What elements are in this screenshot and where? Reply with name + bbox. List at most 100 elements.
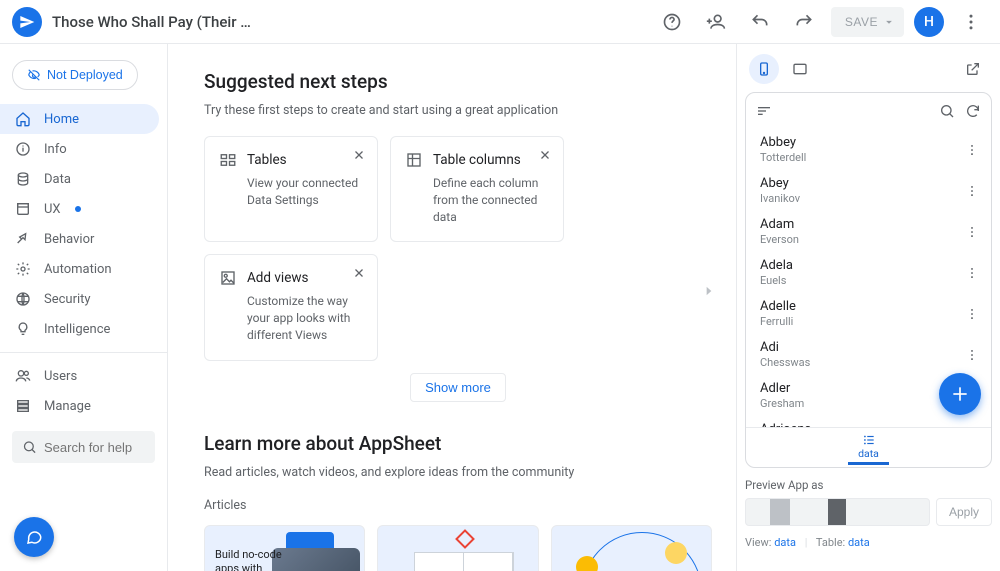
show-more-button[interactable]: Show more: [410, 373, 506, 402]
sidebar-item-manage[interactable]: Manage: [0, 391, 159, 421]
security-icon: [14, 291, 32, 307]
manage-icon: [14, 398, 32, 414]
sidebar-label: UX: [44, 202, 61, 217]
row-title: Abbey: [760, 135, 977, 150]
learn-subtitle: Read articles, watch videos, and explore…: [204, 465, 712, 480]
app-header: Those Who Shall Pay (Their ... SAVE H: [0, 0, 1000, 44]
data-icon: [14, 171, 32, 187]
suggestion-card[interactable]: Add viewsCustomize the way your app look…: [204, 254, 378, 360]
footer-table-link[interactable]: data: [848, 536, 870, 549]
mobile-preview-icon[interactable]: [749, 54, 779, 84]
behavior-icon: [14, 231, 32, 247]
close-icon[interactable]: [349, 263, 369, 283]
row-more-icon[interactable]: [961, 180, 983, 202]
phone-emulator: AbbeyTotterdellAbeyIvanikovAdamEversonAd…: [745, 92, 992, 468]
page-subtitle: Try these first steps to create and star…: [204, 103, 712, 118]
tablet-preview-icon[interactable]: [785, 54, 815, 84]
sidebar-label: Automation: [44, 262, 112, 277]
sort-icon[interactable]: [756, 103, 772, 119]
add-user-icon[interactable]: [699, 5, 733, 39]
list-item[interactable]: AbbeyTotterdell: [746, 129, 991, 170]
redo-icon[interactable]: [787, 5, 821, 39]
row-more-icon[interactable]: [961, 221, 983, 243]
article-text: Build no-code apps with AppSheet: [215, 548, 285, 571]
articles-label: Articles: [204, 498, 712, 513]
row-title: Adela: [760, 258, 977, 273]
card-desc: View your connected Data Settings: [247, 175, 363, 209]
preview-as-input[interactable]: [745, 498, 930, 526]
refresh-icon[interactable]: [965, 103, 981, 119]
eye-off-icon: [27, 68, 41, 82]
card-icon: [405, 151, 423, 169]
article-card[interactable]: [377, 525, 538, 571]
home-icon: [14, 111, 32, 127]
row-more-icon[interactable]: [961, 139, 983, 161]
help-icon[interactable]: [655, 5, 689, 39]
nav-dot: [75, 206, 81, 212]
footer-view-link[interactable]: data: [774, 536, 796, 549]
sidebar: Not Deployed Home InfoData UX Behavior Autom…: [0, 44, 168, 571]
row-subtitle: Chesswas: [760, 356, 977, 369]
article-card[interactable]: [551, 525, 712, 571]
row-subtitle: Totterdell: [760, 151, 977, 164]
sidebar-label: Home: [44, 112, 79, 127]
sidebar-item-ux[interactable]: UX: [0, 194, 159, 224]
sidebar-label: Manage: [44, 399, 91, 414]
card-title: Table columns: [433, 152, 521, 168]
sidebar-label: Users: [44, 369, 77, 384]
automation-icon: [14, 261, 32, 277]
info-icon: [14, 141, 32, 157]
preview-footer: View: data | Table: data: [745, 536, 992, 549]
preview-as-label: Preview App as: [745, 478, 992, 492]
row-subtitle: Ferrulli: [760, 315, 977, 328]
list-item[interactable]: AdelleFerrulli: [746, 293, 991, 334]
chat-fab[interactable]: [14, 517, 54, 557]
sidebar-item-intelligence[interactable]: Intelligence: [0, 314, 159, 344]
app-title: Those Who Shall Pay (Their ...: [52, 13, 252, 31]
bottom-tab-data[interactable]: data: [848, 431, 889, 465]
preview-panel: AbbeyTotterdellAbeyIvanikovAdamEversonAd…: [736, 44, 1000, 571]
card-icon: [219, 151, 237, 169]
row-title: Adi: [760, 340, 977, 355]
more-icon[interactable]: [954, 5, 988, 39]
row-title: Adriaens: [760, 422, 977, 427]
sidebar-item-automation[interactable]: Automation: [0, 254, 159, 284]
intelligence-icon: [14, 321, 32, 337]
sidebar-item-data[interactable]: Data: [0, 164, 159, 194]
sidebar-item-info[interactable]: Info: [0, 134, 159, 164]
row-title: Adelle: [760, 299, 977, 314]
suggestion-card[interactable]: Tables View your connected Data Settings: [204, 136, 378, 242]
users-icon: [14, 368, 32, 384]
sidebar-item-home[interactable]: Home: [0, 104, 159, 134]
row-more-icon[interactable]: [961, 303, 983, 325]
user-avatar[interactable]: H: [914, 7, 944, 37]
search-icon[interactable]: [939, 103, 955, 119]
sidebar-item-security[interactable]: Security: [0, 284, 159, 314]
list-item[interactable]: AdamEverson: [746, 211, 991, 252]
add-fab[interactable]: [939, 373, 981, 415]
ux-icon: [14, 201, 32, 217]
suggestion-card[interactable]: Table columnsDefine each column from the…: [390, 136, 564, 242]
row-more-icon[interactable]: [961, 344, 983, 366]
open-external-icon[interactable]: [958, 54, 988, 84]
apply-button: Apply: [936, 498, 992, 526]
row-more-icon[interactable]: [961, 426, 983, 428]
article-card[interactable]: Build no-code apps with AppSheet: [204, 525, 365, 571]
undo-icon[interactable]: [743, 5, 777, 39]
row-subtitle: Ivanikov: [760, 192, 977, 205]
list-item[interactable]: AdelaEuels: [746, 252, 991, 293]
close-icon[interactable]: [535, 145, 555, 165]
learn-title: Learn more about AppSheet: [204, 432, 712, 455]
list-item[interactable]: AdiChesswas: [746, 334, 991, 375]
card-title: Tables: [247, 152, 287, 168]
sidebar-item-users[interactable]: Users: [0, 361, 159, 391]
carousel-next-icon[interactable]: [702, 284, 716, 298]
row-title: Abey: [760, 176, 977, 191]
sidebar-item-behavior[interactable]: Behavior: [0, 224, 159, 254]
card-title: Add views: [247, 270, 308, 286]
deploy-status-button[interactable]: Not Deployed: [12, 60, 138, 90]
list-item[interactable]: AdriaensRansbury: [746, 416, 991, 427]
row-more-icon[interactable]: [961, 262, 983, 284]
close-icon[interactable]: [349, 145, 369, 165]
list-item[interactable]: AbeyIvanikov: [746, 170, 991, 211]
